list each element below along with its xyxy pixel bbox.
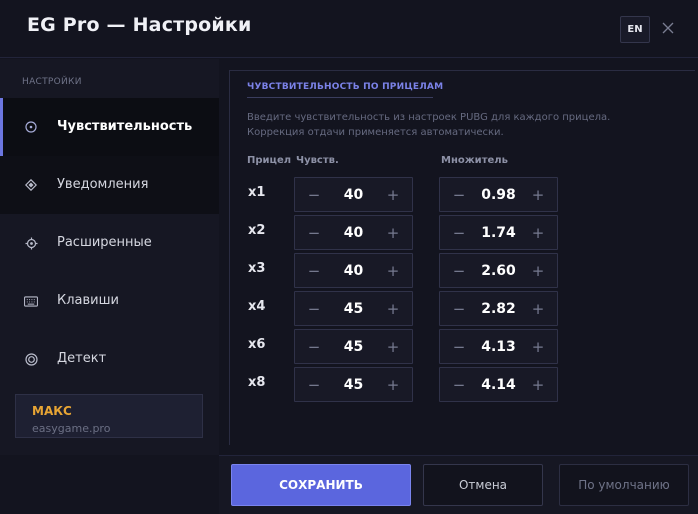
crosshair-icon	[24, 120, 38, 134]
sidebar-item-label: Уведомления	[57, 177, 149, 192]
footer-bar: СОХРАНИТЬ Отмена По умолчанию	[219, 455, 698, 514]
increment-button[interactable]: +	[378, 216, 408, 249]
sensitivity-stepper: −40 +	[294, 215, 413, 250]
stepper-value[interactable]: 2.82	[470, 292, 527, 325]
increment-button[interactable]: +	[378, 178, 408, 211]
stepper-value[interactable]: 40	[325, 254, 382, 287]
main-content: ЧУВСТВИТЕЛЬНОСТЬ ПО ПРИЦЕЛАМ Введите чув…	[219, 59, 698, 455]
account-site: easygame.pro	[32, 422, 111, 435]
increment-button[interactable]: +	[523, 254, 553, 287]
sensitivity-stepper: −45 +	[294, 291, 413, 326]
diamond-icon	[24, 178, 38, 192]
sidebar-item-label: Детект	[57, 351, 107, 366]
stepper-value[interactable]: 0.98	[470, 178, 527, 211]
scope-label: x8	[248, 375, 266, 390]
sidebar-item-advanced[interactable]: Расширенные	[0, 214, 219, 272]
title-bar: EG Pro — Настройки EN	[0, 0, 698, 58]
stepper-value[interactable]: 45	[325, 330, 382, 363]
scope-label: x3	[248, 261, 266, 276]
stepper-value[interactable]: 40	[325, 216, 382, 249]
multiplier-stepper: −0.98 +	[439, 177, 558, 212]
section-description: Введите чувствительность из настроек PUB…	[247, 112, 611, 138]
increment-button[interactable]: +	[523, 292, 553, 325]
save-button[interactable]: СОХРАНИТЬ	[231, 464, 411, 506]
gear-icon	[24, 236, 38, 250]
section-title: ЧУВСТВИТЕЛЬНОСТЬ ПО ПРИЦЕЛАМ	[247, 82, 444, 92]
sidebar-item-notifications[interactable]: Уведомления	[0, 156, 219, 214]
close-icon[interactable]	[658, 18, 678, 38]
account-name: МАКС	[32, 404, 72, 418]
scope-label: x1	[248, 185, 266, 200]
sidebar-item-detect[interactable]: Детект	[0, 330, 219, 388]
reset-defaults-button[interactable]: По умолчанию	[559, 464, 689, 506]
stepper-value[interactable]: 1.74	[470, 216, 527, 249]
increment-button[interactable]: +	[523, 178, 553, 211]
language-button[interactable]: EN	[620, 16, 650, 43]
stepper-value[interactable]: 4.14	[470, 368, 527, 401]
sensitivity-stepper: −45 +	[294, 367, 413, 402]
window-title: EG Pro — Настройки	[27, 14, 252, 36]
sidebar-item-keys[interactable]: Клавиши	[0, 272, 219, 330]
target-icon	[24, 352, 38, 366]
increment-button[interactable]: +	[378, 368, 408, 401]
scope-label: x4	[248, 299, 266, 314]
multiplier-stepper: −1.74 +	[439, 215, 558, 250]
sensitivity-stepper: −40 +	[294, 177, 413, 212]
sidebar-item-label: Расширенные	[57, 235, 152, 250]
stepper-value[interactable]: 4.13	[470, 330, 527, 363]
stepper-value[interactable]: 45	[325, 368, 382, 401]
section-underline	[247, 97, 433, 98]
multiplier-stepper: −2.60 +	[439, 253, 558, 288]
sensitivity-stepper: −45 +	[294, 329, 413, 364]
sensitivity-stepper: −40 +	[294, 253, 413, 288]
multiplier-stepper: −2.82 +	[439, 291, 558, 326]
multiplier-stepper: −4.14 +	[439, 367, 558, 402]
sidebar-heading: НАСТРОЙКИ	[22, 77, 82, 87]
scope-label: x6	[248, 337, 266, 352]
cancel-button[interactable]: Отмена	[423, 464, 543, 506]
sidebar-item-label: Чувствительность	[57, 119, 193, 134]
stepper-value[interactable]: 40	[325, 178, 382, 211]
increment-button[interactable]: +	[378, 292, 408, 325]
increment-button[interactable]: +	[378, 254, 408, 287]
sidebar-item-sensitivity[interactable]: Чувствительность	[0, 98, 219, 156]
increment-button[interactable]: +	[523, 330, 553, 363]
stepper-value[interactable]: 45	[325, 292, 382, 325]
increment-button[interactable]: +	[378, 330, 408, 363]
column-header-sensitivity: Чувств.	[296, 155, 339, 166]
column-header-scope: Прицел	[247, 155, 292, 166]
column-header-multiplier: Множитель	[441, 155, 508, 166]
multiplier-stepper: −4.13 +	[439, 329, 558, 364]
sidebar: НАСТРОЙКИ Чувствительность Уведомления Р…	[0, 59, 219, 455]
sidebar-item-label: Клавиши	[57, 293, 119, 308]
increment-button[interactable]: +	[523, 368, 553, 401]
keyboard-icon	[24, 294, 38, 308]
increment-button[interactable]: +	[523, 216, 553, 249]
account-card[interactable]: МАКС easygame.pro	[15, 394, 203, 438]
stepper-value[interactable]: 2.60	[470, 254, 527, 287]
scope-label: x2	[248, 223, 266, 238]
